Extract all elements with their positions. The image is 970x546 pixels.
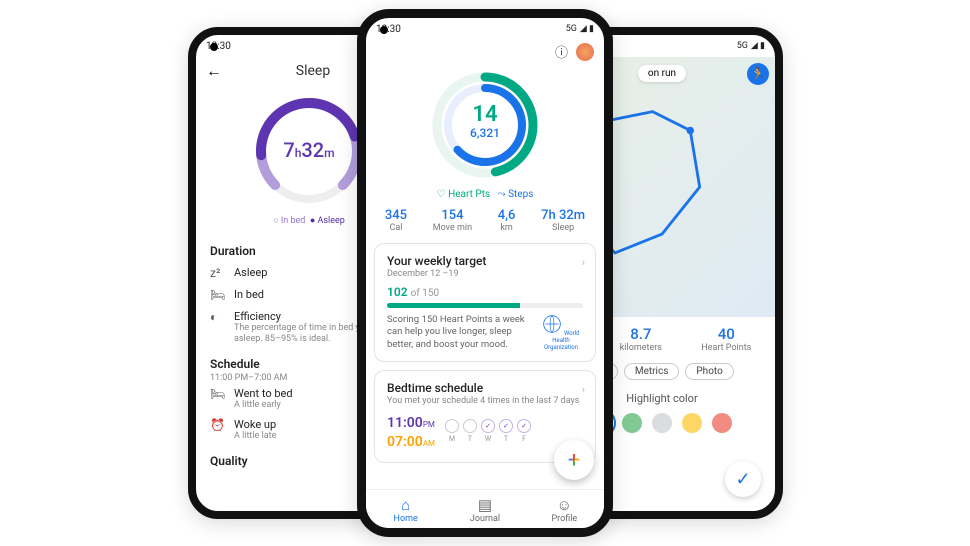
- weekly-progress: 102 of 150: [387, 285, 583, 299]
- swatch-yellow[interactable]: [682, 413, 702, 433]
- phone-home: 12:30 5G ◢ ▮ ⓘ 14 6,321 ♡ Heart Pts ⤳ St…: [357, 9, 613, 537]
- zzz-icon: z²: [210, 266, 226, 280]
- chip-photo[interactable]: Photo: [685, 363, 733, 380]
- day-dot: ✓: [517, 419, 531, 433]
- nav-home[interactable]: ⌂Home: [366, 490, 445, 528]
- info-icon[interactable]: ⓘ: [555, 42, 568, 61]
- chip-metrics[interactable]: Metrics: [624, 363, 680, 380]
- day-dot: [445, 419, 459, 433]
- sleep-hours: 7: [283, 138, 294, 162]
- weekly-range: December 12 –19: [387, 269, 583, 279]
- weekly-progress-bar: [387, 303, 583, 308]
- swatch-green[interactable]: [622, 413, 642, 433]
- alarm-icon: ⏰: [210, 418, 226, 432]
- nav-journal[interactable]: ▤Journal: [445, 490, 524, 528]
- stat-move-min[interactable]: 154Move min: [433, 208, 472, 233]
- sleep-mins: 32: [301, 138, 324, 162]
- home-icon: ⌂: [366, 496, 445, 514]
- swatch-grey[interactable]: [652, 413, 672, 433]
- weekly-target-card[interactable]: › Your weekly target December 12 –19 102…: [374, 243, 596, 362]
- bed-icon: 🛏: [210, 288, 226, 302]
- camera-notch: [210, 43, 218, 51]
- day-dot: [463, 419, 477, 433]
- stat-heart-points: 40Heart Points: [701, 325, 751, 353]
- status-icons: 5G ◢ ▮: [566, 24, 594, 34]
- svg-text:7h32m: 7h32m: [283, 138, 334, 162]
- svg-text:6,321: 6,321: [470, 126, 500, 140]
- stat-km[interactable]: 4,6km: [498, 208, 516, 233]
- activity-ring[interactable]: 14 6,321: [366, 63, 604, 185]
- chevron-right-icon: ›: [582, 383, 585, 396]
- chevron-right-icon: ›: [582, 256, 585, 269]
- bedtime-title: Bedtime schedule: [387, 381, 583, 395]
- stat-cal[interactable]: 345Cal: [385, 208, 407, 233]
- weekly-desc: Scoring 150 Heart Points a week can help…: [387, 314, 537, 351]
- weekly-title: Your weekly target: [387, 254, 583, 268]
- swatch-red[interactable]: [712, 413, 732, 433]
- contrast-icon: ◐: [210, 310, 226, 324]
- camera-notch: [380, 26, 388, 34]
- add-button[interactable]: +: [554, 440, 594, 480]
- status-bar: 12:30 5G ◢ ▮: [366, 18, 604, 40]
- nav-profile[interactable]: ☺Profile: [525, 490, 604, 528]
- avatar[interactable]: [576, 43, 594, 61]
- bottom-nav: ⌂Home ▤Journal ☺Profile: [366, 489, 604, 528]
- bedtime-times: 11:00PM 07:00AM: [387, 412, 435, 450]
- stat-distance: 8.7kilometers: [620, 325, 662, 353]
- journal-icon: ▤: [445, 496, 524, 514]
- day-dot: ✓: [481, 419, 495, 433]
- stat-sleep[interactable]: 7h 32mSleep: [541, 208, 585, 233]
- daily-stats: 345Cal 154Move min 4,6km 7h 32mSleep: [366, 200, 604, 243]
- moon-bed-icon: 🛏: [210, 387, 226, 401]
- day-dot: ✓: [499, 419, 513, 433]
- week-dots: M T ✓W ✓T ✓F: [445, 419, 531, 443]
- bedtime-sub: You met your schedule 4 times in the las…: [387, 396, 583, 406]
- who-badge: World Health Organization: [537, 314, 585, 351]
- ring-legend: ♡ Heart Pts ⤳ Steps: [366, 189, 604, 200]
- confirm-button[interactable]: ✓: [725, 461, 761, 497]
- svg-text:14: 14: [472, 102, 497, 127]
- profile-icon: ☺: [525, 496, 604, 514]
- status-icons: 5G ◢ ▮: [737, 41, 765, 51]
